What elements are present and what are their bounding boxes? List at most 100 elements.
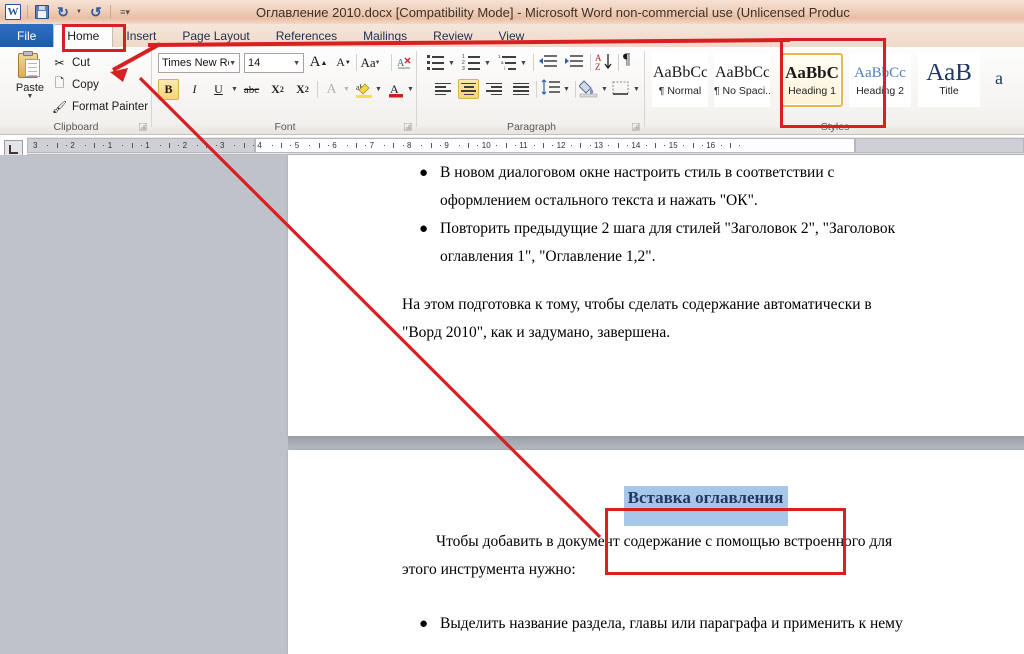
tab-review[interactable]: Review <box>420 24 485 47</box>
ruler-minor-tick <box>66 145 67 146</box>
ruler-minor-tick <box>272 145 273 146</box>
change-case-button[interactable]: Aa▼ <box>360 52 381 73</box>
shading-button[interactable] <box>579 79 599 98</box>
font-name-caret-icon[interactable]: ▼ <box>229 60 239 67</box>
word-logo-icon[interactable]: W <box>4 3 22 21</box>
bold-button[interactable]: B <box>158 79 179 100</box>
document-page-1[interactable]: ● В новом диалоговом окне настроить стил… <box>288 155 1024 436</box>
clipboard-dialog-launcher-icon[interactable] <box>139 123 148 132</box>
text-effects-caret-icon[interactable]: ▼ <box>343 86 350 93</box>
customize-qat-icon[interactable]: ≡▾ <box>116 3 134 21</box>
ruler-minor-tick <box>534 145 535 146</box>
format-painter-button[interactable]: 🖌 Format Painter <box>52 99 148 114</box>
style-no-spacing[interactable]: AaBbCс ¶ No Spaci... <box>714 53 770 107</box>
borders-button[interactable] <box>611 79 631 98</box>
align-center-button[interactable] <box>458 79 479 99</box>
tab-view[interactable]: View <box>486 24 538 47</box>
borders-caret-icon[interactable]: ▼ <box>633 86 640 93</box>
pilcrow-icon: ¶ <box>623 51 630 68</box>
paste-button[interactable]: Paste ▼ <box>8 51 52 100</box>
align-left-button[interactable] <box>432 79 453 99</box>
bullets-caret-icon[interactable]: ▼ <box>448 60 455 67</box>
horizontal-ruler[interactable]: 32112345678910111213141516 <box>27 137 1024 155</box>
redo-icon[interactable]: ↻ <box>87 3 105 21</box>
ribbon-group-paragraph: ▼ 123 ▼ 1ai ▼ AZ <box>418 47 645 135</box>
multilevel-list-button[interactable]: 1ai <box>498 53 518 72</box>
show-formatting-marks-button[interactable]: ¶ <box>623 51 637 70</box>
ruler-minor-tick <box>57 143 58 148</box>
text-effects-button[interactable]: A <box>321 79 342 100</box>
numbering-button[interactable]: 123 <box>462 53 482 72</box>
sort-button[interactable]: AZ <box>595 52 615 71</box>
undo-icon[interactable]: ↻ <box>54 3 72 21</box>
ruler-minor-tick <box>103 145 104 146</box>
bullet-line: В новом диалоговом окне настроить стиль … <box>440 159 1006 187</box>
ruler-tick: 3 <box>220 141 224 150</box>
paragraph-group-title: Paragraph <box>418 121 645 133</box>
font-size-combobox[interactable]: 14 ▼ <box>244 53 304 73</box>
strikethrough-button[interactable]: abc <box>241 79 262 100</box>
bullet-text: Повторить предыдущие 2 шага для стилей "… <box>440 215 1006 271</box>
align-right-button[interactable] <box>484 79 505 99</box>
style-title[interactable]: AaB Title <box>918 53 980 107</box>
multilevel-caret-icon[interactable]: ▼ <box>520 60 527 67</box>
tab-mailings[interactable]: Mailings <box>350 24 420 47</box>
undo-dropdown-icon[interactable]: ▼ <box>75 3 84 21</box>
ruler-tick: 5 <box>295 141 299 150</box>
cut-button[interactable]: ✂ Cut <box>52 55 90 70</box>
ruler-minor-tick <box>702 145 703 146</box>
bullets-button[interactable] <box>426 53 446 72</box>
underline-caret-icon[interactable]: ▼ <box>231 86 238 93</box>
shrink-font-button[interactable]: A▼ <box>333 52 354 73</box>
ruler-tick: 15 <box>669 141 678 150</box>
style-overflow-preview[interactable]: a <box>986 69 1012 87</box>
line-spacing-button[interactable] <box>541 79 561 98</box>
annotation-box-document-heading <box>605 508 846 575</box>
ruler-minor-tick <box>468 143 469 148</box>
subscript-button[interactable]: X2 <box>267 79 288 100</box>
highlight-caret-icon[interactable]: ▼ <box>375 86 382 93</box>
font-color-button[interactable]: A <box>385 79 406 100</box>
italic-button[interactable]: I <box>184 79 205 100</box>
grow-font-button[interactable]: A▲ <box>308 52 329 73</box>
svg-text:3: 3 <box>462 66 465 72</box>
paste-dropdown-icon[interactable]: ▼ <box>8 94 52 100</box>
font-group-title: Font <box>153 121 417 133</box>
justify-button[interactable] <box>510 79 531 99</box>
decrease-indent-button[interactable] <box>538 53 558 72</box>
copy-button[interactable]: 🗋 Copy <box>52 77 99 92</box>
svg-text:A: A <box>390 82 399 96</box>
line-spacing-caret-icon[interactable]: ▼ <box>563 86 570 93</box>
text-highlight-color-button[interactable]: ab <box>353 79 374 100</box>
tab-references[interactable]: References <box>263 24 350 47</box>
style-normal[interactable]: AaBbCс ¶ Normal <box>652 53 708 107</box>
ruler-minor-tick <box>515 145 516 146</box>
font-dialog-launcher-icon[interactable] <box>404 123 413 132</box>
ruler-minor-tick <box>693 143 694 148</box>
numbering-caret-icon[interactable]: ▼ <box>484 60 491 67</box>
qat-divider <box>27 5 28 19</box>
tab-page-layout[interactable]: Page Layout <box>169 24 262 47</box>
font-size-caret-icon[interactable]: ▼ <box>293 60 303 67</box>
ruler-tick: 2 <box>183 141 187 150</box>
font-name-combobox[interactable]: Times New Rc ▼ <box>158 53 240 73</box>
ruler-minor-tick <box>169 143 170 148</box>
increase-indent-button[interactable] <box>564 53 584 72</box>
paragraph-dialog-launcher-icon[interactable] <box>632 123 641 132</box>
ruler-minor-tick <box>683 145 684 146</box>
ruler-minor-tick <box>618 143 619 148</box>
font-color-caret-icon[interactable]: ▼ <box>407 86 414 93</box>
shading-caret-icon[interactable]: ▼ <box>601 86 608 93</box>
tab-file[interactable]: File <box>0 24 53 47</box>
ruler-tick: 10 <box>482 141 491 150</box>
ruler-tick: 14 <box>631 141 640 150</box>
ruler-tick: 2 <box>70 141 74 150</box>
clear-formatting-button[interactable]: A <box>394 52 415 73</box>
underline-button[interactable]: U <box>208 79 229 100</box>
bullet-line: оформлением остального текста и нажать "… <box>440 187 1006 215</box>
page1-content: ● В новом диалоговом окне настроить стил… <box>406 159 1006 347</box>
quick-access-toolbar[interactable]: W ↻ ▼ ↻ ≡▾ <box>0 1 134 23</box>
superscript-button[interactable]: X2 <box>292 79 313 100</box>
save-icon[interactable] <box>33 3 51 21</box>
ruler-minor-tick <box>319 143 320 148</box>
